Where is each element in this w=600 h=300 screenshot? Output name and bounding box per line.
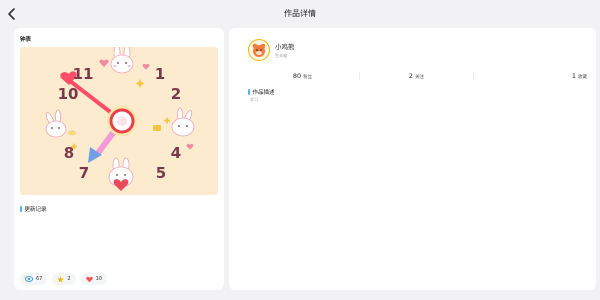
work-card: 钟表 11 1 10 2 8 4 7 5 更新记录 67 2 10 xyxy=(14,28,224,290)
clock-numeral: 11 xyxy=(73,65,94,83)
following-number: 2 xyxy=(408,72,414,80)
description-header: 作品描述 xyxy=(248,88,275,96)
favorites-number: 1 xyxy=(571,72,576,80)
top-bar: 作品详情 xyxy=(0,0,600,28)
avatar[interactable] xyxy=(248,39,270,61)
artwork-image[interactable]: 11 1 10 2 8 4 7 5 xyxy=(20,47,218,195)
followers-count[interactable]: 80 粉丝 xyxy=(246,72,359,80)
clock-numeral: 10 xyxy=(58,85,79,103)
views-count: 67 xyxy=(36,276,43,282)
followers-label: 粉丝 xyxy=(303,75,313,80)
favorites-count[interactable]: 1 收藏 xyxy=(474,72,588,80)
section-accent-bar xyxy=(20,206,22,212)
update-record-label: 更新记录 xyxy=(24,207,47,213)
clock-numeral: 7 xyxy=(79,164,89,182)
author-name: 小鸡熊 xyxy=(275,43,295,51)
avatar-image xyxy=(252,43,266,57)
description-text: 学习 xyxy=(250,97,258,102)
likes-count: 10 xyxy=(95,276,102,282)
stats-bar: 67 2 10 xyxy=(20,273,107,285)
following-count[interactable]: 2 关注 xyxy=(360,72,473,80)
section-accent-bar xyxy=(248,89,250,95)
author-card: 小鸡熊 生辛喵 80 粉丝 2 关注 1 收藏 作品描述 学习 xyxy=(229,28,596,290)
heart-icon xyxy=(85,276,93,282)
following-label: 关注 xyxy=(415,75,425,80)
clock-numeral: 4 xyxy=(171,144,181,162)
eye-icon xyxy=(25,276,33,282)
clock-numeral: 2 xyxy=(171,85,181,103)
followers-number: 80 xyxy=(292,72,302,80)
description-label: 作品描述 xyxy=(252,90,275,96)
author-counts: 80 粉丝 2 关注 1 收藏 xyxy=(246,71,588,81)
favorites-label: 收藏 xyxy=(578,75,587,80)
clock-numeral: 5 xyxy=(156,164,166,182)
stars-stat[interactable]: 2 xyxy=(52,273,76,285)
work-name: 钟表 xyxy=(20,37,32,43)
author-info[interactable]: 小鸡熊 生辛喵 xyxy=(248,39,295,61)
clock-numeral: 1 xyxy=(155,65,165,83)
clock-numeral: 8 xyxy=(64,144,74,162)
update-record-header: 更新记录 xyxy=(20,205,47,213)
likes-stat[interactable]: 10 xyxy=(80,273,107,285)
stars-count: 2 xyxy=(67,276,71,282)
author-id: 生辛喵 xyxy=(275,53,287,58)
star-icon xyxy=(57,275,65,282)
views-stat[interactable]: 67 xyxy=(20,273,48,285)
page-title: 作品详情 xyxy=(284,9,316,18)
clock-illustration: 11 1 10 2 8 4 7 5 xyxy=(20,47,218,195)
